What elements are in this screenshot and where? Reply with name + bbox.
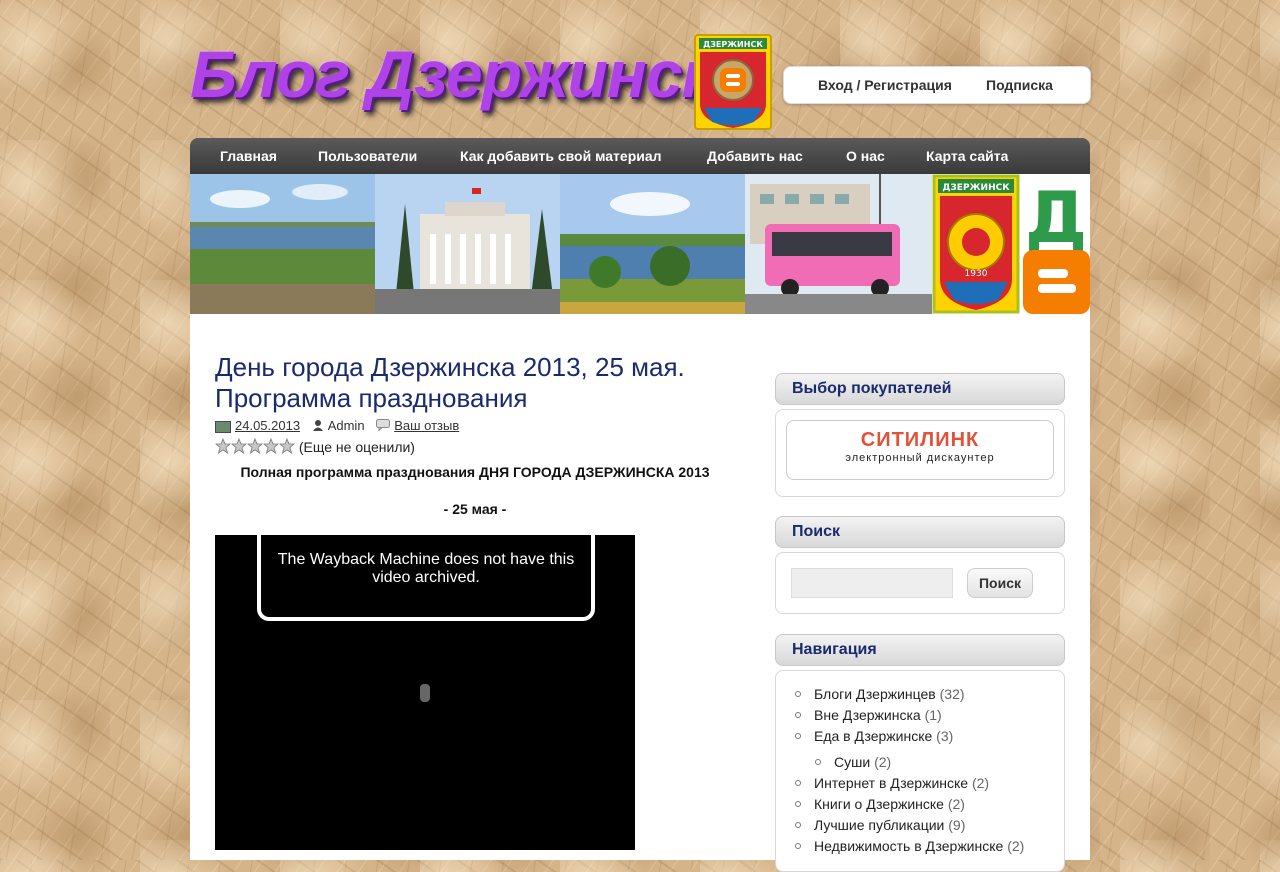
search-button[interactable]: Поиск <box>967 568 1033 598</box>
citilink-ad-banner[interactable]: СИТИЛИНК электронный дискаунтер <box>786 420 1054 480</box>
subscribe-link[interactable]: Подписка <box>986 77 1053 93</box>
widget-navigation: Блоги Дзержинцев (32) Вне Дзержинска (1)… <box>775 670 1065 872</box>
header-banner-collage: ДЗЕРЖИНСК 1930 Д <box>190 174 1090 314</box>
search-input[interactable] <box>791 568 953 598</box>
comment-icon <box>376 419 391 434</box>
widget-title-navigation: Навигация <box>792 641 877 658</box>
post-meta: 24.05.2013 Admin Ваш отзыв <box>215 418 459 434</box>
video-unavailable-message: The Wayback Machine does not have this v… <box>257 529 595 621</box>
category-link[interactable]: Недвижимость в Дзержинске <box>814 838 1003 854</box>
post-day-heading: - 25 мая - <box>443 501 507 517</box>
category-item: Недвижимость в Дзержинске (2) <box>795 838 1024 854</box>
category-count: (1) <box>924 707 942 723</box>
post-author: Admin <box>327 418 365 433</box>
widget-search: Поиск <box>775 552 1065 614</box>
city-emblem-logo[interactable]: ДЗЕРЖИНСК <box>694 34 772 130</box>
bullet-icon <box>795 712 801 719</box>
category-link[interactable]: Лучшие публикации <box>814 817 944 833</box>
nav-item-add-material[interactable]: Как добавить свой материал <box>460 148 662 164</box>
bullet-icon <box>795 733 801 740</box>
ad-brand-name: СИТИЛИНК <box>860 429 980 451</box>
subcategory-item: Суши (2) <box>815 754 891 770</box>
category-item: Блоги Дзержинцев (32) <box>795 686 965 702</box>
category-link[interactable]: Еда в Дзержинске <box>814 728 932 744</box>
bullet-icon <box>795 691 801 698</box>
user-links-box: Вход / Регистрация Подписка <box>783 66 1091 104</box>
category-count: (2) <box>1007 838 1025 854</box>
category-item: Лучшие публикации (9) <box>795 817 965 833</box>
category-item: Еда в Дзержинске (3) <box>795 728 953 744</box>
banner-palace-photo <box>375 174 560 314</box>
ad-tagline: электронный дискаунтер <box>845 452 995 464</box>
nav-item-sitemap[interactable]: Карта сайта <box>926 148 1008 164</box>
emblem-caption: ДЗЕРЖИНСК <box>703 40 763 49</box>
category-count: (2) <box>874 754 892 770</box>
bullet-icon <box>795 801 801 808</box>
category-link[interactable]: Интернет в Дзержинске <box>814 775 968 791</box>
category-link[interactable]: Вне Дзержинска <box>814 707 921 723</box>
rating-stars[interactable] <box>214 437 299 455</box>
banner-emblem-caption: ДЗЕРЖИНСК <box>942 183 1010 193</box>
widget-title-search: Поиск <box>792 523 841 540</box>
banner-blogger-logo: Д <box>1020 174 1090 314</box>
rating-row: (Еще не оценили) <box>214 437 415 455</box>
banner-lake-photo <box>560 174 745 314</box>
login-register-link[interactable]: Вход / Регистрация <box>818 77 952 93</box>
category-count: (2) <box>971 775 990 791</box>
banner-emblem-year: 1930 <box>965 269 988 279</box>
bullet-icon <box>795 843 801 850</box>
category-count: (2) <box>947 796 965 812</box>
site-logo-text[interactable]: Блог Дзержинска <box>190 34 751 114</box>
widget-header-buyers-choice: Выбор покупателей <box>775 373 1065 405</box>
category-item: Вне Дзержинска (1) <box>795 707 942 723</box>
widget-buyers-choice: СИТИЛИНК электронный дискаунтер <box>775 409 1065 497</box>
category-link[interactable]: Книги о Дзержинске <box>814 796 944 812</box>
nav-item-home[interactable]: Главная <box>220 148 277 164</box>
category-count: (9) <box>948 817 966 833</box>
post-intro: Полная программа празднования ДНЯ ГОРОДА… <box>240 464 710 480</box>
widget-header-navigation: Навигация <box>775 634 1065 666</box>
user-icon <box>312 419 324 434</box>
video-player[interactable]: The Wayback Machine does not have this v… <box>215 529 635 850</box>
category-link[interactable]: Блоги Дзержинцев <box>814 686 936 702</box>
banner-trolleybus-photo <box>745 174 932 314</box>
category-item: Книги о Дзержинске (2) <box>795 796 965 812</box>
bullet-icon <box>795 780 801 787</box>
widget-header-search: Поиск <box>775 516 1065 548</box>
category-count: (32) <box>939 686 965 702</box>
post-title[interactable]: День города Дзержинска 2013, 25 мая. Про… <box>215 352 755 414</box>
star-icon <box>214 437 296 454</box>
review-link[interactable]: Ваш отзыв <box>394 418 459 433</box>
banner-letter: Д <box>1025 177 1087 259</box>
category-link[interactable]: Суши <box>834 754 870 770</box>
rating-text: (Еще не оценили) <box>298 439 415 455</box>
category-count: (3) <box>936 728 954 744</box>
category-item: Интернет в Дзержинске (2) <box>795 775 989 791</box>
main-navigation: Главная Пользователи Как добавить свой м… <box>190 138 1090 174</box>
banner-river-photo <box>190 174 375 314</box>
banner-city-emblem: ДЗЕРЖИНСК 1930 <box>932 174 1020 314</box>
bullet-icon <box>795 822 801 829</box>
widget-title-buyers-choice: Выбор покупателей <box>792 380 952 397</box>
video-loading-indicator <box>420 684 430 702</box>
calendar-icon <box>215 420 231 433</box>
bullet-icon <box>815 759 821 766</box>
nav-item-about[interactable]: О нас <box>846 148 885 164</box>
nav-item-users[interactable]: Пользователи <box>318 148 417 164</box>
nav-item-add-us[interactable]: Добавить нас <box>707 148 803 164</box>
post-date-link[interactable]: 24.05.2013 <box>235 418 300 433</box>
